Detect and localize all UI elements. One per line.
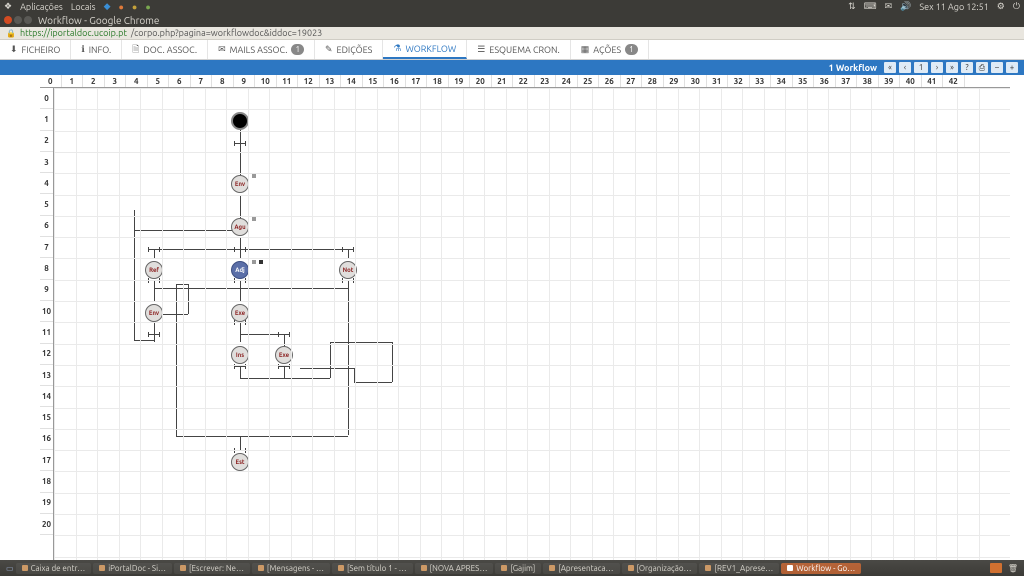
task-item[interactable]: [Gajim] (495, 563, 541, 574)
task-item[interactable]: [Apresentaca… (543, 563, 619, 574)
tab-mails-assoc[interactable]: ✉MAILS ASSOC.1 (208, 40, 315, 59)
help-button[interactable]: ? (961, 62, 973, 73)
node-start[interactable] (231, 112, 249, 130)
network-icon[interactable]: ⇅ (848, 1, 856, 12)
node-agu[interactable]: Agu (231, 218, 249, 236)
tab-ficheiro[interactable]: ⬇FICHEIRO (0, 40, 71, 59)
address-bar[interactable]: 🔒 https://iportaldoc.ucoip.pt /corpo.php… (0, 27, 1024, 40)
tab-esquema[interactable]: ☰ESQUEMA CRON. (467, 40, 571, 59)
keyboard-icon[interactable]: ⌨ (864, 1, 877, 12)
lock-icon: 🔒 (6, 29, 16, 38)
task-item[interactable]: [REV1_Aprese… (699, 563, 779, 574)
tab-edicoes[interactable]: ✎EDIÇÕES (315, 40, 383, 59)
node-env2[interactable]: Env (145, 304, 163, 322)
workflow-count-label: 1 Workflow (829, 63, 877, 73)
node-ins[interactable]: Ins (231, 346, 249, 364)
show-desktop-icon[interactable]: ▭ (6, 564, 14, 573)
next-button[interactable]: › (931, 62, 943, 73)
ruler-vertical: 01234567891011121314151617181920 (40, 88, 54, 560)
maximize-icon[interactable] (24, 16, 32, 24)
os-menubar: ❖ Aplicações Locais ◆●●● ⇅ ⌨ ✉ 🔊 Sex 11 … (0, 0, 1024, 13)
os-taskbar: ▭ Caixa de entr… iPortalDoc - Si… [Escre… (0, 560, 1024, 576)
window-titlebar: Workflow - Google Chrome (0, 13, 1024, 27)
workflow-toolbar: 1 Workflow « ‹ 1 › » ? ⎙ – + (0, 60, 1024, 75)
url-path: /corpo.php?pagina=workflowdoc&iddoc=1902… (131, 28, 322, 38)
page-number[interactable]: 1 (914, 62, 928, 73)
tab-acoes[interactable]: ▦AÇÕES1 (571, 40, 649, 59)
node-env1[interactable]: Env (231, 175, 249, 193)
task-item[interactable]: [Organização… (622, 563, 698, 574)
minimize-icon[interactable] (14, 16, 22, 24)
first-button[interactable]: « (884, 62, 896, 73)
task-item-active[interactable]: Workflow - Go… (781, 563, 861, 574)
node-exe1[interactable]: Exe (231, 304, 249, 322)
task-item[interactable]: [Mensagens - … (252, 563, 330, 574)
node-adj[interactable]: Adj (231, 261, 249, 279)
task-item[interactable]: [Sem título 1 - … (332, 563, 413, 574)
trash-icon[interactable]: 🗑 (1008, 564, 1018, 573)
last-button[interactable]: » (946, 62, 958, 73)
app-tabs: ⬇FICHEIRO ℹINFO. 🗎DOC. ASSOC. ✉MAILS ASS… (0, 40, 1024, 60)
zoom-in-icon[interactable]: + (1006, 62, 1018, 73)
print-icon[interactable]: ⎙ (976, 62, 988, 73)
close-icon[interactable] (4, 16, 12, 24)
mail-icon[interactable]: ✉ (885, 1, 893, 12)
url-host: https://iportaldoc.ucoip.pt (20, 28, 127, 38)
task-item[interactable]: Caixa de entr… (16, 563, 92, 574)
tab-info[interactable]: ℹINFO. (71, 40, 122, 59)
diagram-canvas[interactable]: Env Agu Ref Adj Not Env Exe Ins Exe Est (54, 88, 1010, 560)
tab-doc-assoc[interactable]: 🗎DOC. ASSOC. (122, 40, 208, 59)
gear-icon[interactable]: ⚙ (997, 1, 1005, 12)
ruler-horizontal: 0123456789101112131415161718192021222324… (40, 75, 1010, 88)
task-item[interactable]: [Escrever: Ne… (174, 563, 250, 574)
window-title: Workflow - Google Chrome (38, 15, 159, 26)
workflow-diagram: 0123456789101112131415161718192021222324… (0, 75, 1024, 560)
node-est[interactable]: Est (231, 453, 249, 471)
prev-button[interactable]: ‹ (899, 62, 911, 73)
power-icon[interactable]: ⏻ (1013, 1, 1020, 12)
tab-workflow[interactable]: ⚗WORKFLOW (383, 40, 467, 59)
menu-applications[interactable]: Aplicações (20, 2, 63, 12)
task-item[interactable]: [NOVA APRES… (415, 563, 494, 574)
task-item[interactable]: iPortalDoc - Si… (93, 563, 172, 574)
tray-icon[interactable] (990, 563, 1002, 573)
volume-icon[interactable]: 🔊 (900, 1, 911, 12)
clock[interactable]: Sex 11 Ago 12:51 (919, 2, 988, 12)
menu-places[interactable]: Locais (71, 2, 96, 12)
node-ref[interactable]: Ref (145, 261, 163, 279)
zoom-out-icon[interactable]: – (991, 62, 1003, 73)
